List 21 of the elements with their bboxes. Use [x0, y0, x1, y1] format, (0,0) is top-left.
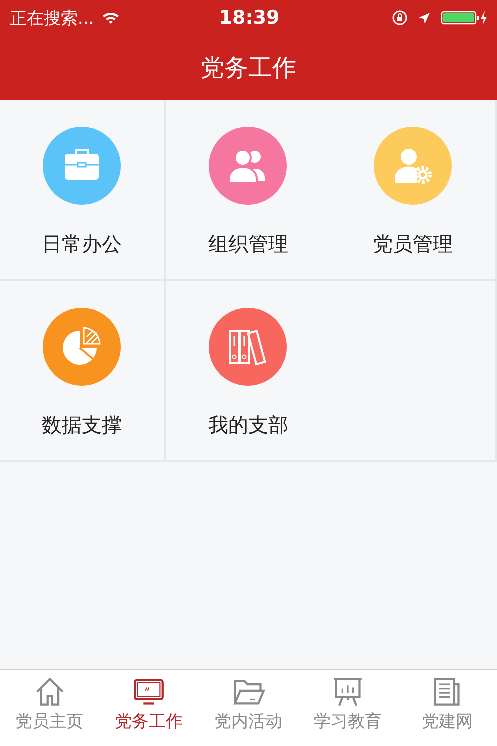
house-icon	[34, 676, 66, 708]
battery-icon	[441, 10, 490, 26]
person-gear-icon[interactable]	[374, 127, 452, 205]
menu-label[interactable]: 日常办公	[42, 231, 122, 258]
menu-label[interactable]: 数据支撑	[42, 412, 122, 439]
status-time: 18:39	[219, 7, 280, 29]
location-icon	[418, 12, 432, 24]
menu-label[interactable]: 党员管理	[373, 231, 454, 258]
tab-button[interactable]: 党务工作	[99, 670, 199, 746]
people-icon[interactable]	[209, 127, 288, 205]
briefcase-icon[interactable]	[42, 127, 121, 205]
rotation-lock-icon	[392, 10, 408, 26]
carrier-text: 正在搜索...	[10, 8, 94, 30]
binders-icon[interactable]	[209, 308, 288, 386]
easel-icon	[332, 676, 364, 708]
page-title: 党务工作	[200, 53, 296, 84]
pie-chart-icon[interactable]	[42, 308, 121, 386]
monitor-icon	[133, 676, 166, 708]
menu-label[interactable]: 我的支部	[208, 412, 288, 439]
wifi-icon	[102, 11, 120, 25]
menu-label[interactable]: 组织管理	[208, 231, 288, 258]
